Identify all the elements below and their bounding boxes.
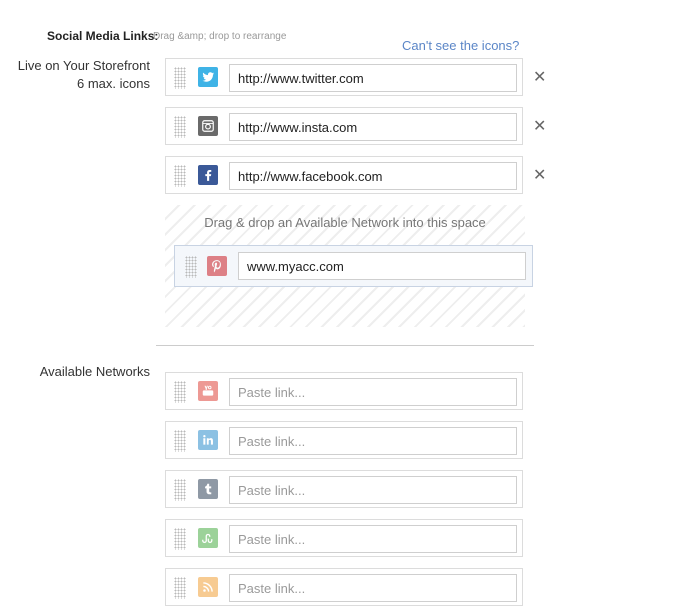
live-row-twitter[interactable] [165, 58, 523, 96]
pinterest-icon [207, 256, 227, 276]
instagram-link-field[interactable] [229, 113, 517, 141]
facebook-link-field[interactable] [229, 162, 517, 190]
cant-see-icons-link[interactable]: Can't see the icons? [402, 38, 519, 53]
youtube-link-field[interactable] [229, 378, 517, 406]
live-label-line2: 6 max. icons [77, 76, 150, 91]
available-row-linkedin[interactable] [165, 421, 523, 459]
rss-link-field[interactable] [229, 574, 517, 602]
dragging-row-pinterest[interactable] [174, 245, 533, 287]
drag-handle-icon[interactable] [174, 577, 186, 599]
live-label-line1: Live on Your Storefront [17, 58, 150, 73]
drop-zone-text: Drag & drop an Available Network into th… [204, 215, 486, 230]
instagram-icon [198, 116, 218, 136]
drag-handle-icon[interactable] [174, 528, 186, 550]
tumblr-link-field[interactable] [229, 476, 517, 504]
live-row-instagram[interactable] [165, 107, 523, 145]
facebook-icon [198, 165, 218, 185]
drag-handle-icon[interactable] [174, 381, 186, 403]
drag-handle-icon[interactable] [185, 256, 197, 278]
available-row-tumblr[interactable] [165, 470, 523, 508]
drag-handle-icon[interactable] [174, 67, 186, 89]
section-divider [156, 345, 534, 346]
remove-twitter-close-icon[interactable]: ✕ [533, 70, 546, 86]
linkedin-icon [198, 430, 218, 450]
section-hint: Drag &amp; drop to rearrange [153, 31, 287, 42]
live-label: Live on Your Storefront 6 max. icons [18, 57, 150, 93]
remove-facebook-close-icon[interactable]: ✕ [533, 168, 546, 184]
available-row-stumbleupon[interactable] [165, 519, 523, 557]
drag-handle-icon[interactable] [174, 165, 186, 187]
stumbleupon-link-field[interactable] [229, 525, 517, 553]
linkedin-link-field[interactable] [229, 427, 517, 455]
available-row-rss[interactable] [165, 568, 523, 606]
twitter-link-field[interactable] [229, 64, 517, 92]
drag-handle-icon[interactable] [174, 430, 186, 452]
youtube-icon [198, 381, 218, 401]
remove-instagram-close-icon[interactable]: ✕ [533, 119, 546, 135]
section-title: Social Media Links: [47, 29, 159, 43]
drag-handle-icon[interactable] [174, 479, 186, 501]
available-networks-label: Available Networks [39, 364, 150, 379]
live-row-facebook[interactable] [165, 156, 523, 194]
rss-icon [198, 577, 218, 597]
pinterest-link-field[interactable] [238, 252, 526, 280]
stumbleupon-icon [198, 528, 218, 548]
available-row-youtube[interactable] [165, 372, 523, 410]
twitter-icon [198, 67, 218, 87]
tumblr-icon [198, 479, 218, 499]
drag-handle-icon[interactable] [174, 116, 186, 138]
